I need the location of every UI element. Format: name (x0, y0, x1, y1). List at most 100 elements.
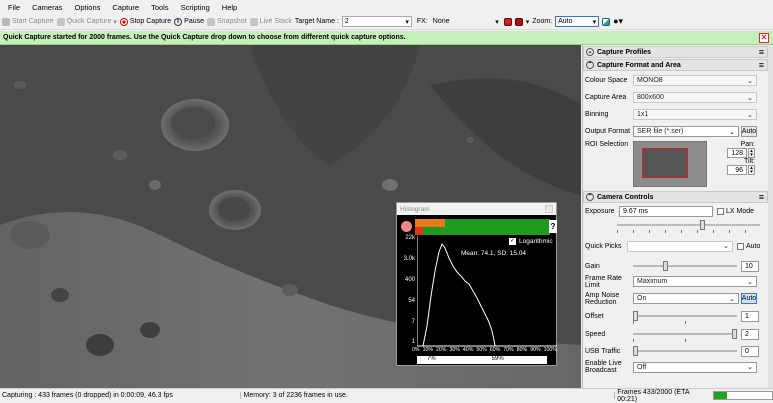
snapshot-button[interactable]: Snapshot (207, 17, 247, 26)
toolbar: Start Capture Quick Capture ▾ Stop Captur… (0, 14, 773, 30)
roi-row: ROI Selection Pan: 128 ▴ ▾ Tilt: 96 ▴ ▾ (583, 140, 768, 190)
control-panel: ⌄ Capture Profiles ≡ ⌃ Capture Format and A… (582, 45, 768, 388)
red-filter-icon[interactable] (503, 17, 512, 26)
chevron-up-icon: ⌃ (586, 193, 594, 201)
menu-file[interactable]: File (8, 3, 20, 12)
histogram-window[interactable]: Histogram ? ✓ Logarithmic Mean: 74.1, SD… (396, 202, 557, 366)
quick-capture-button[interactable]: Quick Capture ▾ (56, 17, 117, 26)
fx-select[interactable]: None ▾ (431, 16, 501, 27)
status-bar: Capturing : 433 frames (0 dropped) in 0:… (0, 388, 773, 403)
chevron-down-icon: ⌄ (747, 94, 753, 102)
histogram-colorbar-red (415, 227, 423, 235)
usb-traffic-input[interactable]: 0 (741, 345, 759, 357)
chevron-down-icon: ⌄ (586, 48, 594, 56)
notification-text: Quick Capture started for 2000 frames. U… (3, 34, 406, 41)
lx-mode-checkbox[interactable]: LX Mode (717, 207, 754, 215)
help-button[interactable]: ? (549, 220, 557, 233)
menu-help[interactable]: Help (222, 3, 237, 12)
capture-area-row: Capture Area 800x600 ⌄ (583, 89, 768, 106)
histogram-plot (417, 236, 557, 347)
exposure-input[interactable]: 9.67 ms (619, 205, 713, 217)
amp-noise-select[interactable]: On ⌄ (633, 293, 739, 304)
usb-traffic-thumb[interactable] (633, 346, 638, 356)
brain-icon[interactable] (401, 221, 412, 232)
spin-arrows-icon[interactable]: ▴ ▾ (748, 165, 755, 175)
hamburger-icon[interactable]: ≡ (759, 48, 764, 57)
amp-noise-row: Amp Noise Reduction On ⌄ Auto (585, 291, 757, 306)
menu-bar: File Cameras Options Capture Tools Scrip… (0, 0, 773, 14)
auto-button[interactable]: Auto (741, 126, 757, 137)
chevron-down-icon: ⌄ (729, 128, 735, 136)
speed-row: Speed 2 (583, 325, 768, 343)
spin-arrows-icon[interactable]: ▴ ▾ (748, 148, 755, 158)
stop-capture-button[interactable]: Stop Capture (119, 17, 171, 26)
low-percent: 7% (427, 356, 436, 362)
output-format-select[interactable]: SER file (*.ser) ⌄ (633, 126, 739, 137)
chevron-up-icon: ⌃ (586, 61, 594, 69)
high-percent: 59% (491, 356, 504, 362)
colour-space-select[interactable]: MONO8 ⌄ (633, 75, 757, 86)
speed-input[interactable]: 2 (741, 328, 759, 340)
camera-controls-header[interactable]: ⌃ Camera Controls ≡ (583, 191, 768, 203)
gain-input[interactable]: 10 (741, 260, 759, 272)
binning-row: Binning 1x1 ⌄ (583, 106, 768, 123)
amp-noise-auto-button[interactable]: Auto (741, 293, 757, 304)
offset-thumb[interactable] (633, 311, 638, 321)
chevron-down-icon[interactable]: ▾ (526, 18, 530, 26)
pause-button[interactable]: ll Pause (174, 17, 204, 26)
frame-rate-select[interactable]: Maximum ⌄ (633, 276, 757, 287)
gain-slider[interactable] (633, 261, 737, 271)
reticle-icon[interactable]: ●▾ (613, 16, 623, 27)
output-format-row: Output Format SER file (*.ser) ⌄ Auto (585, 126, 757, 137)
panel-scrollbar[interactable] (768, 45, 773, 388)
menu-cameras[interactable]: Cameras (32, 3, 62, 12)
gain-thumb[interactable] (662, 261, 668, 271)
menu-tools[interactable]: Tools (151, 3, 169, 12)
hamburger-icon[interactable]: ≡ (759, 61, 764, 70)
offset-input[interactable]: 1 (741, 310, 759, 322)
hamburger-icon[interactable]: ≡ (759, 193, 764, 202)
close-icon[interactable]: ✕ (759, 33, 769, 43)
binning-select[interactable]: 1x1 ⌄ (633, 109, 757, 120)
chevron-down-icon: ⌄ (747, 364, 753, 371)
chevron-down-icon: ⌄ (747, 111, 753, 119)
histogram-toggle-icon[interactable] (602, 17, 611, 26)
enable-live-row: Enable Live Broadcast Off ⌄ (583, 359, 768, 375)
tilt-input[interactable]: 96 (727, 165, 747, 175)
offset-slider[interactable] (633, 311, 737, 324)
zoom-select[interactable]: Auto ▾ (555, 16, 600, 27)
quick-capture-icon (56, 17, 65, 26)
quick-picks-select[interactable]: ⌄ (627, 240, 733, 252)
checkbox-icon (717, 207, 724, 215)
capture-format-header[interactable]: ⌃ Capture Format and Area ≡ (583, 59, 768, 71)
red-overlay-icon[interactable] (514, 17, 523, 26)
auto-checkbox[interactable]: Auto (737, 242, 760, 250)
menu-options[interactable]: Options (75, 3, 101, 12)
pan-input[interactable]: 128 (727, 148, 747, 158)
chevron-down-icon[interactable]: ▾ (113, 18, 117, 26)
live-stack-button[interactable]: Live Stack (249, 17, 292, 26)
memory-status: Memory: 3 of 2236 frames in use. (241, 392, 616, 399)
menu-capture[interactable]: Capture (112, 3, 139, 12)
target-name-select[interactable]: 2 ▾ (341, 16, 412, 27)
chevron-down-icon: ▾ (495, 18, 499, 26)
capture-area-select[interactable]: 800x600 ⌄ (633, 92, 757, 103)
roi-selection-rectangle[interactable] (642, 148, 688, 178)
menu-scripting[interactable]: Scripting (181, 3, 210, 12)
roi-preview[interactable] (633, 141, 707, 187)
histogram-titlebar[interactable]: Histogram (397, 203, 556, 215)
usb-traffic-row: USB Traffic 0 (583, 343, 768, 359)
colour-space-row: Colour Space MONO8 ⌄ (583, 72, 768, 89)
enable-live-select[interactable]: Off ⌄ (633, 361, 757, 373)
checkbox-icon (737, 242, 744, 250)
capture-profiles-header[interactable]: ⌄ Capture Profiles ≡ (583, 46, 768, 58)
offset-row: Offset 1 (583, 307, 768, 325)
start-capture-button[interactable]: Start Capture (2, 17, 54, 26)
exposure-row: Exposure 9.67 ms LX Mode (585, 205, 755, 217)
close-icon[interactable] (545, 205, 553, 213)
usb-traffic-slider[interactable] (633, 346, 737, 356)
speed-slider[interactable] (633, 329, 737, 342)
exposure-slider[interactable] (617, 220, 760, 238)
speed-thumb[interactable] (732, 329, 737, 339)
zoom-label: Zoom: (532, 18, 553, 25)
